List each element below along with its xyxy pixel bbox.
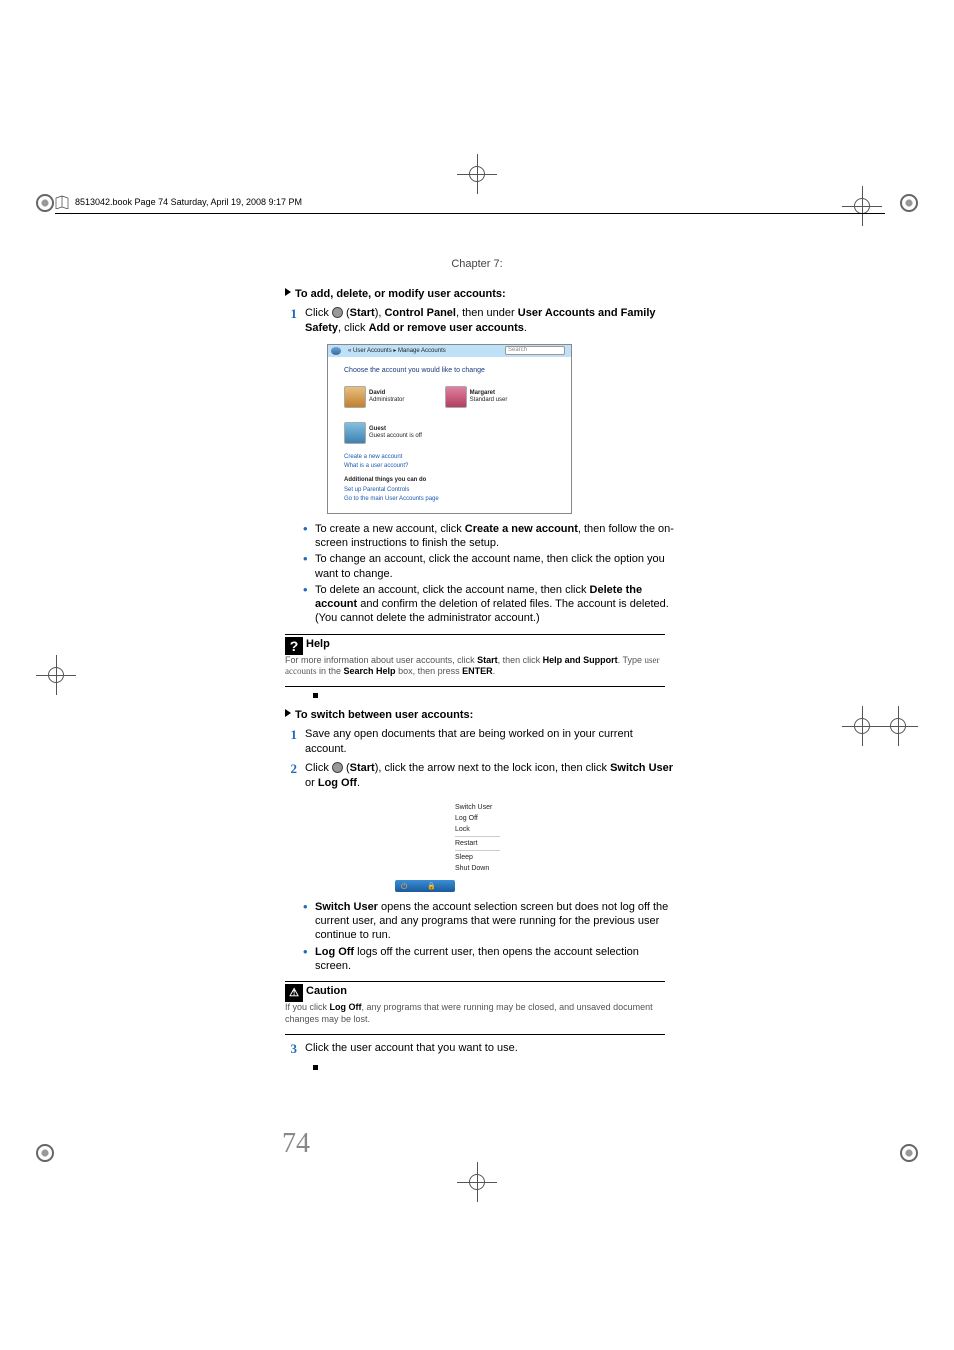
page-number: 74 [282,1128,310,1160]
cross-mark-t [457,154,497,194]
additional-heading: Additional things you can do [344,476,439,486]
step-body: Click (Start), click the arrow next to t… [305,761,675,791]
search-box: Search [505,346,565,355]
proc1-step1: 1 Click (Start), Control Panel, then und… [285,306,675,336]
caution-bottom-rule [285,1034,665,1035]
bullet-change: •To change an account, click the account… [303,552,675,581]
step-number: 3 [285,1041,305,1057]
end-square-icon [313,693,318,698]
power-icon: ⏻ [401,882,407,892]
cross-mark-b [457,1162,497,1202]
menu-lock: Lock [455,824,500,835]
breadcrumb: « User Accounts ▸ Manage Accounts [348,347,446,354]
bullet-delete: •To delete an account, click the account… [303,583,675,626]
triangle-bullet-icon [285,288,291,296]
header-rule [55,213,885,214]
reg-mark-tr [900,194,918,212]
windows-start-icon [332,762,343,773]
menu-switch-user: Switch User [455,802,500,813]
book-icon [55,195,69,209]
account-guest: GuestGuest account is off [344,422,439,450]
bullet-create: •To create a new account, click Create a… [303,522,675,551]
running-head-text: 8513042.book Page 74 Saturday, April 19,… [75,197,302,207]
triangle-bullet-icon [285,709,291,717]
account-david: DavidAdministrator [344,386,439,414]
power-lock-bar: ⏻ 🔒 [395,880,455,892]
running-header: 8513042.book Page 74 Saturday, April 19,… [55,195,885,215]
step-body: Click the user account that you want to … [305,1041,675,1057]
power-menu-screenshot: Switch User Log Off Lock Restart Sleep S… [395,799,505,892]
link-parental: Set up Parental Controls [344,486,439,496]
windows-start-icon [332,307,343,318]
help-note: ?Help For more information about user ac… [285,637,665,678]
bullet-switch-user: •Switch User opens the account selection… [303,900,675,943]
caution-icon: ⚠ [285,984,303,1002]
step-body: Click (Start), Control Panel, then under… [305,306,675,336]
menu-sleep: Sleep [455,852,500,863]
link-what-is: What is a user account? [344,462,439,472]
procedure-2-title: To switch between user accounts: [285,709,675,721]
account-margaret: MargaretStandard user [445,386,540,414]
manage-accounts-screenshot: « User Accounts ▸ Manage Accounts Search… [327,344,572,514]
avatar-icon [344,422,366,444]
menu-restart: Restart [455,838,500,849]
caution-note: ⚠Caution If you click Log Off, any progr… [285,984,665,1025]
proc2-step3: 3 Click the user account that you want t… [285,1041,675,1057]
proc2-step2: 2 Click (Start), click the arrow next to… [285,761,675,791]
caution-top-rule [285,981,665,982]
note-top-rule [285,634,665,635]
end-square-icon [313,1065,318,1070]
cross-mark-r2 [878,706,918,746]
menu-log-off: Log Off [455,813,500,824]
proc2-step1: 1 Save any open documents that are being… [285,727,675,757]
cross-mark-r1 [842,706,882,746]
back-button-icon [331,347,341,355]
help-icon: ? [285,637,303,655]
step-number: 1 [285,727,305,757]
cross-mark-l [36,655,76,695]
avatar-icon [344,386,366,408]
page-content: To add, delete, or modify user accounts:… [285,288,675,1081]
menu-divider [455,836,500,837]
step-number: 2 [285,761,305,791]
ss-heading: Choose the account you would like to cha… [344,367,555,374]
lock-icon: 🔒 [427,882,436,890]
chapter-title: Chapter 7: [0,258,954,270]
bullet-log-off: •Log Off logs off the current user, then… [303,945,675,974]
reg-mark-br [900,1144,918,1162]
step-number: 1 [285,306,305,336]
procedure-1-title: To add, delete, or modify user accounts: [285,288,675,300]
reg-mark-bl [36,1144,54,1162]
menu-shutdown: Shut Down [455,863,500,874]
avatar-icon [445,386,467,408]
link-main-page: Go to the main User Accounts page [344,495,439,505]
note-bottom-rule [285,686,665,687]
step-body: Save any open documents that are being w… [305,727,675,757]
menu-divider [455,850,500,851]
link-create-account: Create a new account [344,453,439,463]
reg-mark-tl [36,194,54,212]
